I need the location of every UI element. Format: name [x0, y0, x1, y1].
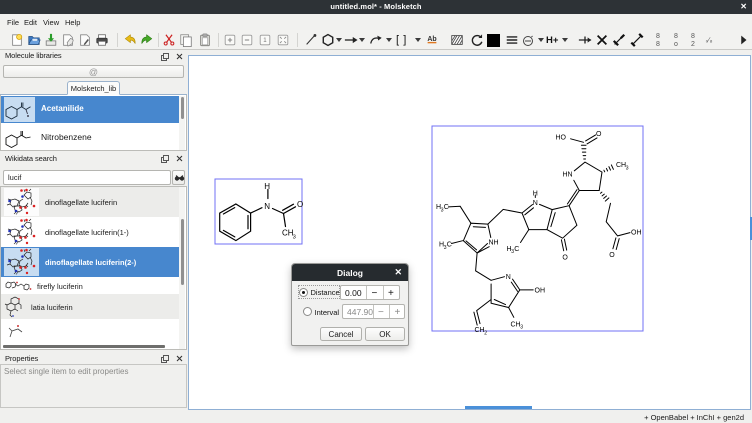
svg-text:CH: CH	[511, 321, 521, 328]
svg-text:3: 3	[626, 166, 629, 172]
svg-text:OH: OH	[631, 230, 642, 237]
svg-text:2: 2	[484, 330, 487, 336]
svg-text:N: N	[264, 202, 270, 211]
svg-text:O: O	[297, 200, 303, 209]
svg-text:1: 1	[263, 37, 267, 44]
svg-text:C: C	[444, 204, 449, 211]
svg-text:O: O	[562, 255, 568, 262]
svg-text:CH: CH	[475, 327, 485, 334]
svg-text:O: O	[596, 131, 602, 138]
svg-text:C: C	[514, 246, 519, 253]
svg-text:H: H	[533, 191, 538, 198]
svg-text:HO: HO	[556, 135, 567, 142]
svg-text:OH: OH	[535, 288, 546, 295]
svg-text:3: 3	[293, 234, 296, 240]
svg-text:Ab: Ab	[427, 36, 436, 43]
svg-text:CH: CH	[616, 162, 626, 169]
svg-text:HN: HN	[563, 171, 573, 178]
svg-text:N: N	[533, 200, 538, 207]
svg-text:NH: NH	[489, 240, 499, 247]
svg-text:C: C	[447, 242, 452, 249]
svg-text:O: O	[609, 252, 615, 259]
svg-text:3: 3	[520, 325, 523, 331]
svg-text:H: H	[264, 182, 270, 191]
svg-text:N: N	[506, 274, 511, 281]
